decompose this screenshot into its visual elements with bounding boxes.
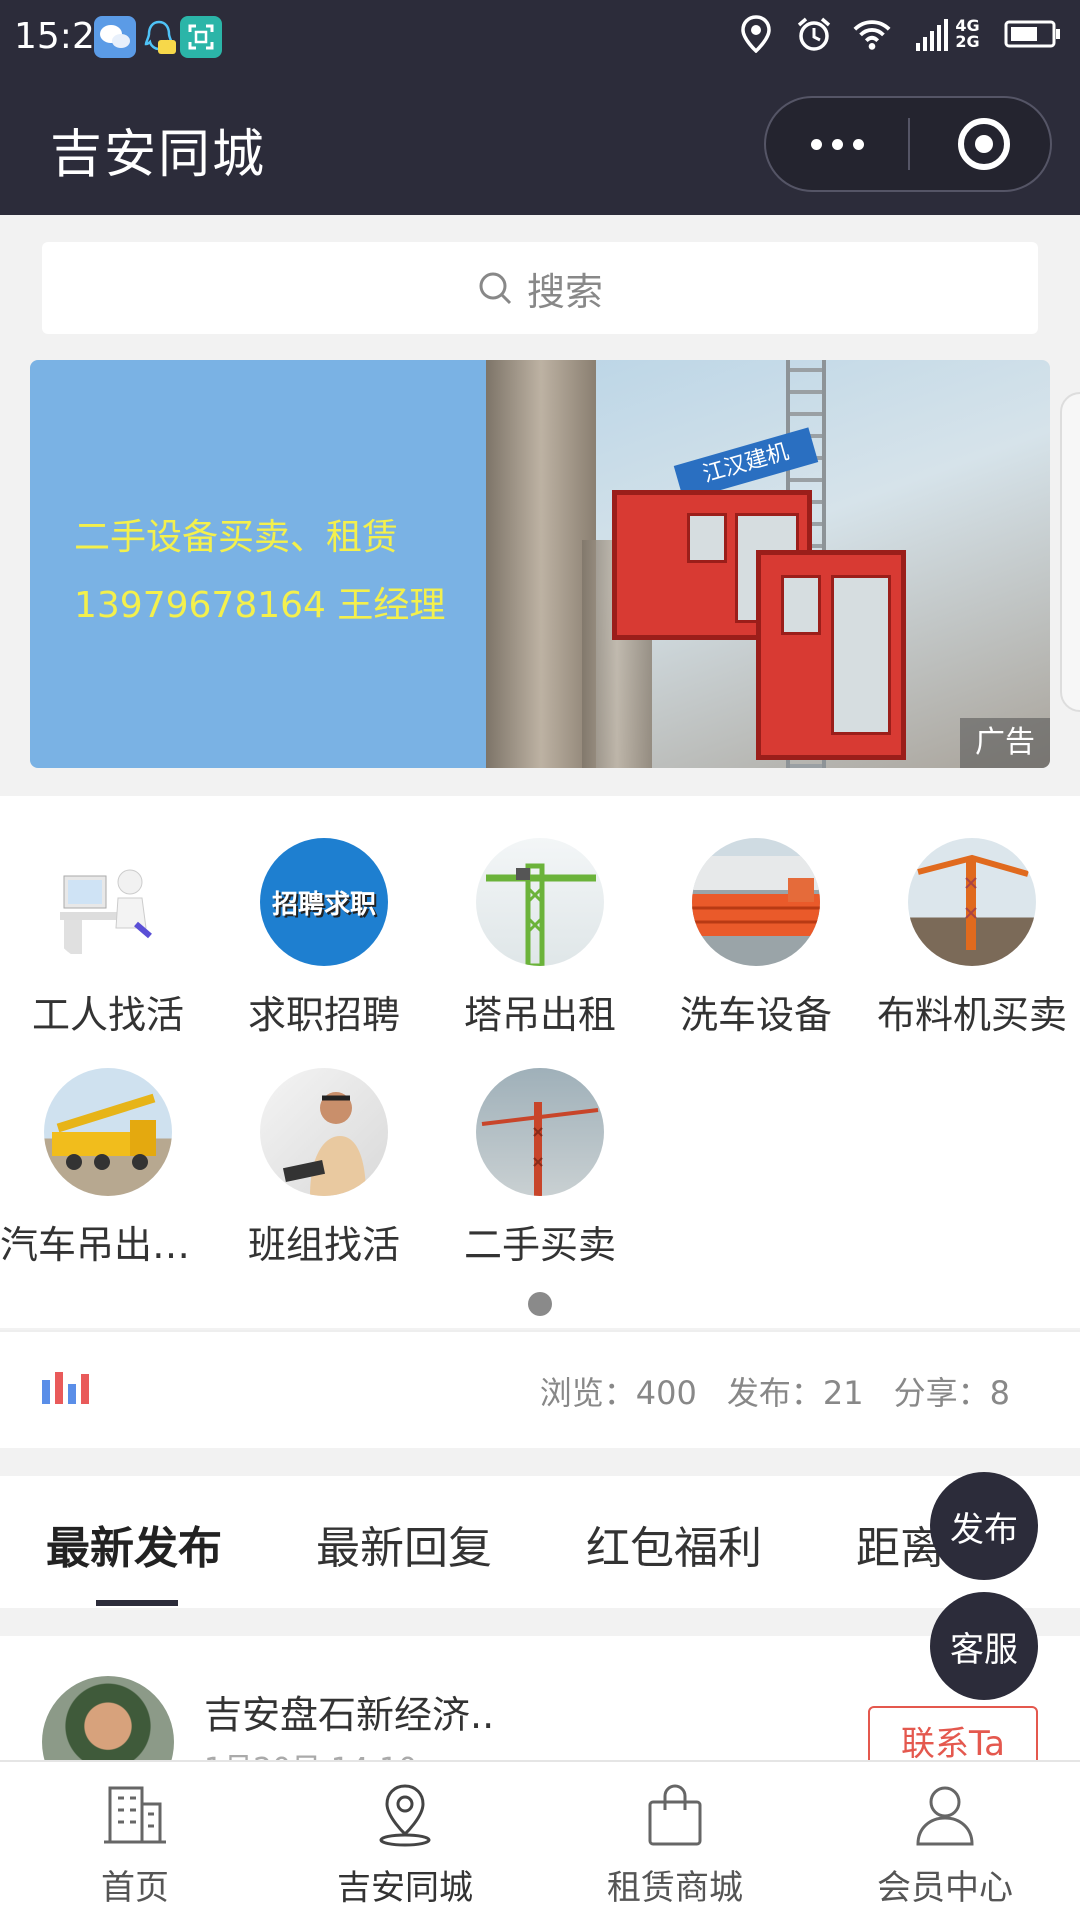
side-drawer-handle[interactable] <box>1060 392 1080 712</box>
category-label: 求职招聘 <box>247 993 400 1037</box>
user-icon <box>916 1786 974 1846</box>
feed-author-name: 吉安盘石新经济.. <box>204 1693 495 1737</box>
alarm-icon <box>794 14 834 54</box>
avatar[interactable] <box>42 1676 174 1760</box>
category-team-jobs[interactable]: 班组找活 <box>216 1068 432 1269</box>
nav-member[interactable]: 会员中心 <box>810 1762 1080 1920</box>
active-tab-indicator <box>96 1600 178 1606</box>
person-writing-icon <box>260 1068 388 1196</box>
stats-chart-icon <box>42 1368 89 1404</box>
stat-shares: 分享：8 <box>893 1374 1010 1412</box>
qq-icon <box>138 16 180 58</box>
crane-sky-icon <box>476 1068 604 1196</box>
network-2g: 2G <box>955 32 980 51</box>
worker-desk-icon <box>44 838 172 966</box>
category-workers[interactable]: 工人找活 <box>0 838 216 1039</box>
stats-bar: 浏览：400 发布：21 分享：8 <box>0 1330 1080 1448</box>
tower-crane-icon <box>476 838 604 966</box>
truck-crane-icon <box>44 1068 172 1196</box>
category-grid: 工人找活 招聘求职 求职招聘 塔吊出租 洗车设备 布料机买卖 汽车吊出租… 班组… <box>0 796 1080 1328</box>
nav-rental-mall[interactable]: 租赁商城 <box>540 1762 810 1920</box>
recruit-badge-icon: 招聘求职 <box>260 838 388 966</box>
category-truck-crane[interactable]: 汽车吊出租… <box>0 1068 216 1269</box>
battery-icon <box>1004 14 1062 54</box>
shopping-bag-icon <box>648 1784 702 1846</box>
pager-dot[interactable] <box>528 1292 552 1316</box>
nav-label: 会员中心 <box>877 1868 1013 1908</box>
wechat-icon <box>94 16 136 58</box>
banner-image-construction-hoist: 江汉建机 广告 <box>486 360 1050 768</box>
nav-city[interactable]: 吉安同城 <box>270 1762 540 1920</box>
stats-text: 浏览：400 发布：21 分享：8 <box>540 1368 1010 1414</box>
stat-posts: 发布：21 <box>726 1374 864 1412</box>
more-dots-icon[interactable] <box>766 98 908 190</box>
car-wash-equipment-icon <box>692 838 820 966</box>
nav-label: 吉安同城 <box>337 1868 473 1908</box>
category-label: 汽车吊出租… <box>0 1223 216 1267</box>
search-placeholder: 搜索 <box>526 269 603 314</box>
ad-tag: 广告 <box>960 718 1050 768</box>
category-concrete-placer[interactable]: 布料机买卖 <box>864 838 1080 1039</box>
category-label: 班组找活 <box>247 1223 400 1267</box>
feed-item[interactable]: 吉安盘石新经济.. 1月20日 14:10 联系Ta <box>0 1636 1080 1760</box>
nav-label: 首页 <box>101 1868 169 1908</box>
search-icon <box>479 272 512 305</box>
category-car-wash[interactable]: 洗车设备 <box>648 838 864 1039</box>
publish-button[interactable]: 发布 <box>930 1472 1038 1580</box>
nav-label: 租赁商城 <box>607 1868 743 1908</box>
feed-time: 1月20日 14:10 <box>204 1744 417 1760</box>
signal-icon: 4G 2G <box>910 14 986 54</box>
location-icon <box>736 14 776 54</box>
banner-line-1: 二手设备买卖、租赁 <box>74 517 399 558</box>
search-input[interactable]: 搜索 <box>42 242 1038 334</box>
status-bar: 15:28 4G 2G <box>0 0 1080 78</box>
category-tower-crane[interactable]: 塔吊出租 <box>432 838 648 1039</box>
placing-boom-icon <box>908 838 1036 966</box>
category-label: 工人找活 <box>31 993 184 1037</box>
contact-button[interactable]: 联系Ta <box>868 1706 1038 1760</box>
banner-ad[interactable]: 二手设备买卖、租赁 13979678164 王经理 江汉建机 广告 <box>30 360 1050 768</box>
title-bar: 吉安同城 <box>0 78 1080 215</box>
close-target-icon[interactable] <box>958 118 1010 170</box>
category-second-hand[interactable]: 二手买卖 <box>432 1068 648 1269</box>
silo-shape <box>486 360 596 768</box>
category-label: 塔吊出租 <box>463 993 616 1037</box>
scan-icon <box>180 16 222 58</box>
building-icon <box>104 1786 166 1844</box>
capsule-divider <box>908 118 910 170</box>
customer-service-button[interactable]: 客服 <box>930 1592 1038 1700</box>
category-label: 洗车设备 <box>679 993 832 1037</box>
feed-tabs: 最新发布 最新回复 红包福利 距离 <box>0 1476 1080 1608</box>
category-jobs[interactable]: 招聘求职 求职招聘 <box>216 838 432 1039</box>
tab-latest-replies[interactable]: 最新回复 <box>316 1512 492 1576</box>
location-pin-icon <box>379 1784 431 1847</box>
stat-views: 浏览：400 <box>539 1374 697 1412</box>
banner-line-2: 13979678164 王经理 <box>74 585 446 626</box>
nav-home[interactable]: 首页 <box>0 1762 270 1920</box>
status-icons: 4G 2G <box>736 14 1062 54</box>
tab-latest-posts[interactable]: 最新发布 <box>46 1512 222 1576</box>
banner-text-panel: 二手设备买卖、租赁 13979678164 王经理 <box>30 360 486 768</box>
wifi-icon <box>852 14 892 54</box>
hoist-cage-lower <box>756 550 906 760</box>
bottom-nav: 首页 吉安同城 租赁商城 会员中心 <box>0 1760 1080 1920</box>
tab-red-packet[interactable]: 红包福利 <box>586 1512 762 1576</box>
category-label: 布料机买卖 <box>876 993 1067 1037</box>
mini-program-capsule <box>764 96 1052 192</box>
recruit-badge-text: 招聘求职 <box>271 889 376 920</box>
page-title: 吉安同城 <box>50 125 267 185</box>
category-label: 二手买卖 <box>463 1223 616 1267</box>
